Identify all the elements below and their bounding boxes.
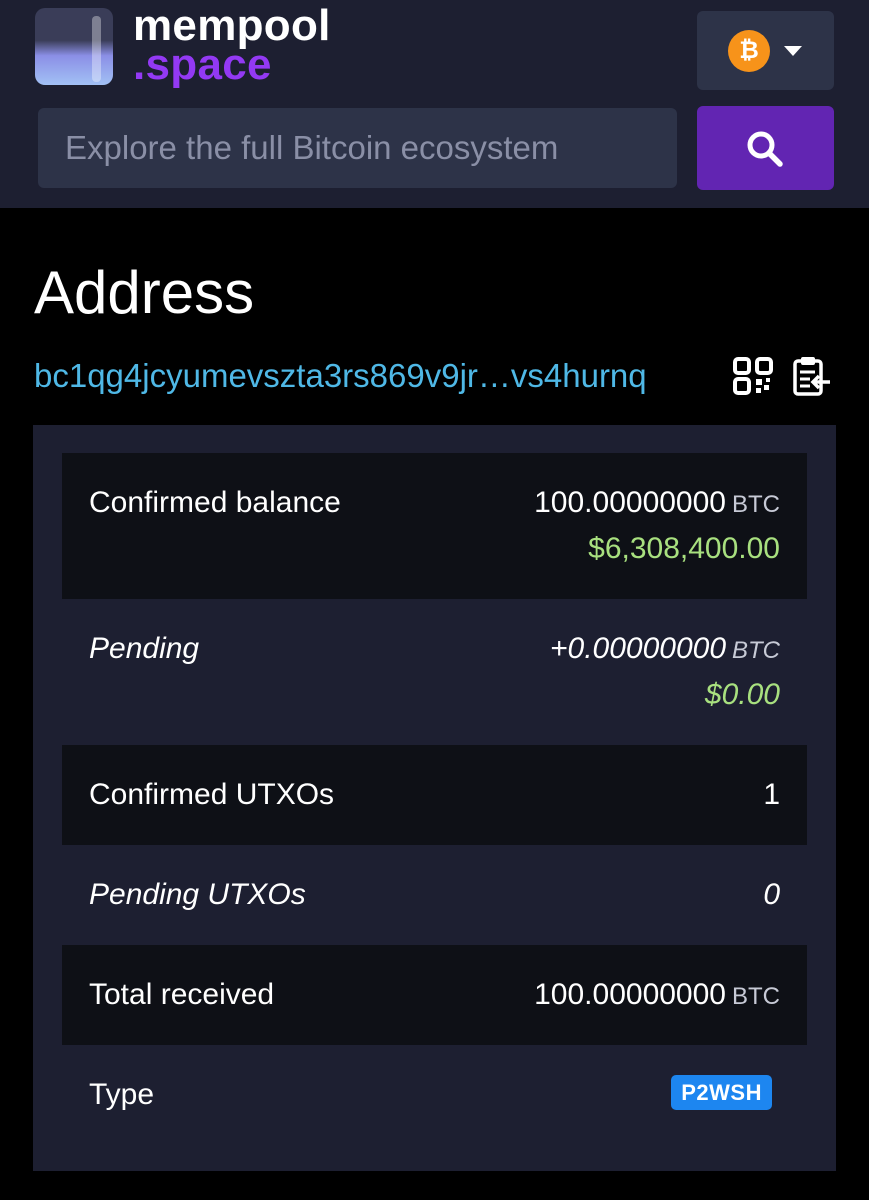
row-label: Type <box>89 1078 155 1111</box>
pending-utxos-row: Pending UTXOs 0 <box>62 845 807 945</box>
pending-row: Pending +0.00000000 BTC $0.00 <box>62 599 807 745</box>
amount-unit: BTC <box>732 637 780 664</box>
page-title: Address <box>34 259 255 326</box>
address-details-table: Confirmed balance 100.00000000 BTC $6,308… <box>33 425 836 1171</box>
row-label: Confirmed UTXOs <box>89 778 335 811</box>
caret-down-icon <box>784 46 802 56</box>
pending-fiat: $0.00 <box>704 678 780 711</box>
logo-text-space[interactable]: .space <box>133 40 272 90</box>
amount-unit: BTC <box>732 983 780 1010</box>
search-icon <box>747 131 783 167</box>
amount-unit: BTC <box>732 491 780 518</box>
confirmed-balance-row: Confirmed balance 100.00000000 BTC $6,308… <box>62 453 807 599</box>
row-label: Pending UTXOs <box>89 878 306 911</box>
bitcoin-icon: ₿ <box>728 30 770 72</box>
row-label: Total received <box>89 978 275 1011</box>
row-label: Confirmed balance <box>89 486 341 519</box>
confirmed-balance-amount: 100.00000000 BTC <box>534 486 780 520</box>
total-received-amount: 100.00000000 BTC <box>534 978 780 1012</box>
confirmed-utxos-value: 1 <box>763 778 780 811</box>
qr-code-icon[interactable] <box>733 357 773 395</box>
confirmed-balance-fiat: $6,308,400.00 <box>588 532 780 565</box>
pending-utxos-value: 0 <box>763 878 780 911</box>
confirmed-utxos-row: Confirmed UTXOs 1 <box>62 745 807 845</box>
total-received-row: Total received 100.00000000 BTC <box>62 945 807 1045</box>
search-button[interactable] <box>697 106 834 190</box>
amount-value: +0.00000000 <box>549 632 726 665</box>
network-selector-button[interactable]: ₿ <box>697 11 834 90</box>
pending-amount: +0.00000000 BTC <box>550 632 780 666</box>
amount-value: 100.00000000 <box>534 978 726 1011</box>
top-navbar: mempool .space ₿ <box>0 0 869 208</box>
logo-bar <box>92 16 101 82</box>
search-input[interactable] <box>38 108 677 188</box>
address-link[interactable]: bc1qg4jcyumevszta3rs869v9jr…vs4hurnq <box>34 357 647 395</box>
address-type-badge: P2WSH <box>671 1075 772 1110</box>
type-row: Type P2WSH <box>62 1045 807 1145</box>
copy-clipboard-icon[interactable] <box>792 355 832 397</box>
row-label: Pending <box>89 632 200 665</box>
mempool-logo-icon[interactable] <box>35 8 113 85</box>
amount-value: 100.00000000 <box>534 486 726 519</box>
